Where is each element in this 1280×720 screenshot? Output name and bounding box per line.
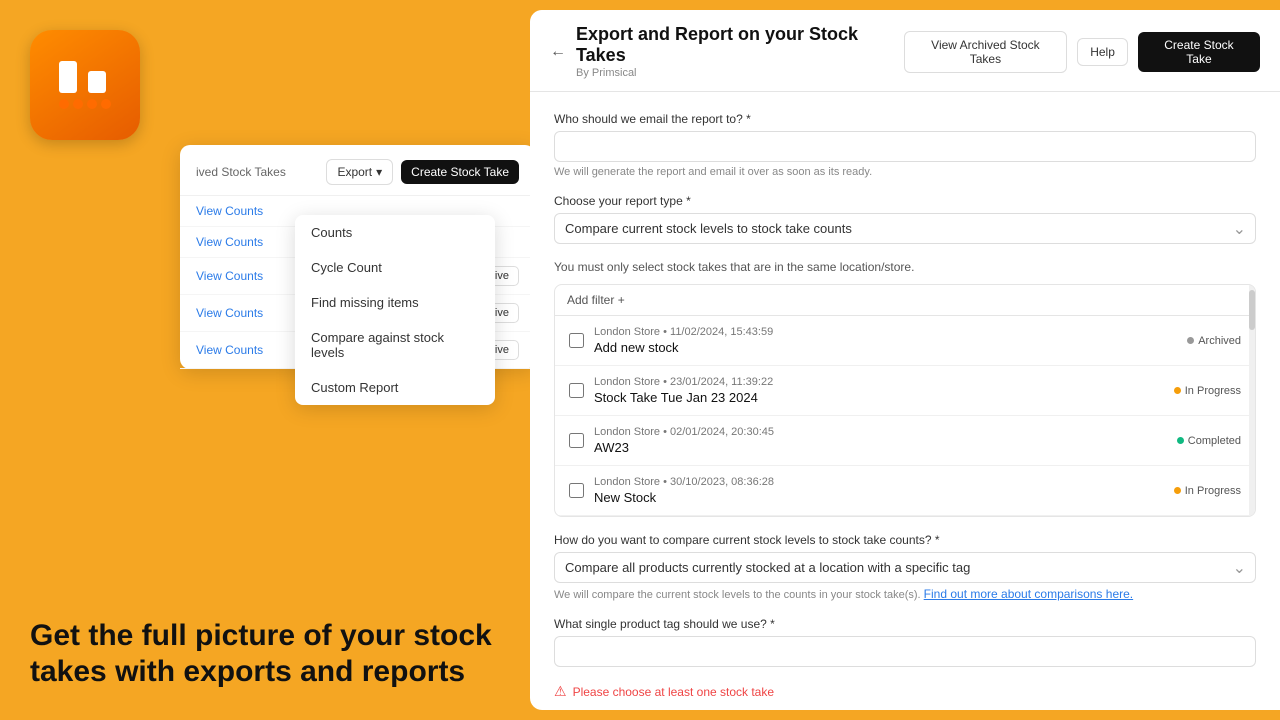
- take-checkbox-1[interactable]: [569, 333, 584, 348]
- help-button[interactable]: Help: [1077, 38, 1128, 66]
- back-arrow-icon[interactable]: ←: [550, 43, 566, 61]
- take-row-3: London Store • 02/01/2024, 20:30:45 AW23…: [555, 416, 1255, 466]
- take-checkbox-2[interactable]: [569, 383, 584, 398]
- stock-panel-title: ived Stock Takes: [196, 165, 286, 179]
- take-name-3: AW23: [594, 440, 1167, 455]
- take-status-3: Completed: [1177, 435, 1241, 447]
- panel-subtitle: By Primsical: [576, 67, 904, 79]
- take-name-2: Stock Take Tue Jan 23 2024: [594, 390, 1164, 405]
- view-counts-link-4[interactable]: View Counts: [196, 306, 263, 320]
- error-row: ⚠ Please choose at least one stock take: [554, 683, 1256, 700]
- logo-dot-2: [73, 99, 83, 109]
- status-dot-3: [1177, 437, 1184, 444]
- take-row-4: London Store • 30/10/2023, 08:36:28 New …: [555, 466, 1255, 516]
- scrollbar-track: [1249, 285, 1255, 516]
- take-location-date-1: London Store • 11/02/2024, 15:43:59: [594, 326, 1177, 338]
- take-name-1: Add new stock: [594, 340, 1177, 355]
- view-counts-link-5[interactable]: View Counts: [196, 343, 263, 357]
- left-panel: ived Stock Takes Export ▾ Create Stock T…: [0, 0, 530, 720]
- stock-panel-header: ived Stock Takes Export ▾ Create Stock T…: [180, 145, 535, 195]
- email-input[interactable]: [554, 131, 1256, 162]
- compare-hint: We will compare the current stock levels…: [554, 587, 1256, 601]
- header-actions: Export ▾ Create Stock Take: [326, 159, 519, 185]
- chevron-down-icon: ▾: [376, 165, 382, 179]
- panel-header: ← Export and Report on your Stock Takes …: [530, 10, 1280, 92]
- product-tag-input[interactable]: [554, 636, 1256, 667]
- email-label: Who should we email the report to? *: [554, 112, 1256, 126]
- dropdown-item-custom-report[interactable]: Custom Report: [295, 370, 495, 405]
- status-dot-4: [1174, 487, 1181, 494]
- status-dot-1: [1187, 337, 1194, 344]
- export-dropdown-menu: Counts Cycle Count Find missing items Co…: [295, 215, 495, 405]
- dropdown-item-cycle-count[interactable]: Cycle Count: [295, 250, 495, 285]
- view-counts-link-3[interactable]: View Counts: [196, 269, 263, 283]
- logo-bar-2: [88, 71, 106, 93]
- take-row-2: London Store • 23/01/2024, 11:39:22 Stoc…: [555, 366, 1255, 416]
- form-content: Who should we email the report to? * We …: [530, 92, 1280, 710]
- panel-title: Export and Report on your Stock Takes: [576, 24, 904, 66]
- take-location-date-3: London Store • 02/01/2024, 20:30:45: [594, 426, 1167, 438]
- app-logo: [30, 30, 140, 140]
- take-location-date-4: London Store • 30/10/2023, 08:36:28: [594, 476, 1164, 488]
- product-tag-label: What single product tag should we use? *: [554, 617, 1256, 631]
- right-panel: ← Export and Report on your Stock Takes …: [530, 10, 1280, 710]
- email-hint: We will generate the report and email it…: [554, 166, 1256, 178]
- compare-group: How do you want to compare current stock…: [554, 533, 1256, 601]
- dropdown-item-counts[interactable]: Counts: [295, 215, 495, 250]
- report-type-label: Choose your report type *: [554, 194, 1256, 208]
- compare-select[interactable]: Compare all products currently stocked a…: [554, 552, 1256, 583]
- find-out-more-link[interactable]: Find out more about comparisons here.: [924, 587, 1133, 601]
- logo-dot-4: [101, 99, 111, 109]
- report-type-select[interactable]: Compare current stock levels to stock ta…: [554, 213, 1256, 244]
- take-checkbox-4[interactable]: [569, 483, 584, 498]
- dropdown-item-compare[interactable]: Compare against stock levels: [295, 320, 495, 370]
- take-status-1: Archived: [1187, 335, 1241, 347]
- logo-dot-3: [87, 99, 97, 109]
- take-name-4: New Stock: [594, 490, 1164, 505]
- logo-bar-1: [59, 61, 77, 93]
- export-button[interactable]: Export ▾: [326, 159, 393, 185]
- take-row-1: London Store • 11/02/2024, 15:43:59 Add …: [555, 316, 1255, 366]
- location-warning: You must only select stock takes that ar…: [554, 260, 1256, 274]
- compare-label: How do you want to compare current stock…: [554, 533, 1256, 547]
- error-text: Please choose at least one stock take: [573, 685, 774, 699]
- dropdown-item-find-missing[interactable]: Find missing items: [295, 285, 495, 320]
- view-counts-link-1[interactable]: View Counts: [196, 204, 263, 218]
- tagline-block: Get the full picture of your stock takes…: [30, 618, 510, 690]
- take-location-date-2: London Store • 23/01/2024, 11:39:22: [594, 376, 1164, 388]
- status-dot-2: [1174, 387, 1181, 394]
- view-counts-link-2[interactable]: View Counts: [196, 235, 263, 249]
- create-stock-take-button-small[interactable]: Create Stock Take: [401, 160, 519, 184]
- add-filter-button[interactable]: Add filter +: [567, 293, 625, 307]
- stock-take-list: Add filter + London Store • 11/02/2024, …: [554, 284, 1256, 517]
- take-checkbox-3[interactable]: [569, 433, 584, 448]
- logo-dot-1: [59, 99, 69, 109]
- email-group: Who should we email the report to? * We …: [554, 112, 1256, 178]
- product-tag-group: What single product tag should we use? *: [554, 617, 1256, 667]
- create-stock-take-button[interactable]: Create Stock Take: [1138, 32, 1260, 72]
- take-status-4: In Progress: [1174, 485, 1241, 497]
- report-type-group: Choose your report type * Compare curren…: [554, 194, 1256, 244]
- view-archived-button[interactable]: View Archived Stock Takes: [904, 31, 1068, 73]
- scrollbar-thumb[interactable]: [1249, 290, 1255, 330]
- error-icon: ⚠: [554, 683, 567, 700]
- tagline-text: Get the full picture of your stock takes…: [30, 618, 510, 690]
- take-status-2: In Progress: [1174, 385, 1241, 397]
